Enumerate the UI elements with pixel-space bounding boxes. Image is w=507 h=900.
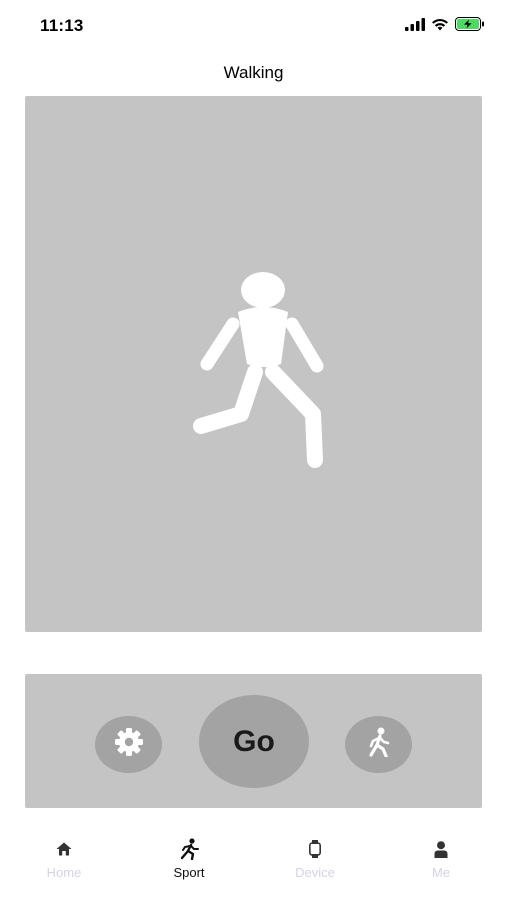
battery-charging-icon (455, 17, 485, 31)
tab-device[interactable]: Device (260, 838, 370, 880)
gear-icon (113, 726, 145, 763)
wifi-icon (431, 18, 449, 31)
control-panel: Go (25, 674, 482, 808)
tab-label-device: Device (295, 865, 335, 880)
settings-button[interactable] (95, 716, 162, 773)
tab-bar: Home Sport Device Me (0, 838, 507, 900)
walking-person-icon (193, 264, 333, 479)
person-icon (434, 838, 448, 860)
running-icon (179, 838, 199, 860)
go-button[interactable]: Go (199, 695, 309, 788)
tab-label-sport: Sport (173, 865, 205, 880)
activity-preview-panel (25, 96, 482, 632)
home-icon (56, 838, 72, 860)
tab-label-home: Home (46, 865, 82, 880)
page-title: Walking (223, 63, 284, 82)
tab-me[interactable]: Me (386, 838, 496, 880)
tab-label-me: Me (431, 865, 451, 880)
tab-home[interactable]: Home (9, 838, 119, 880)
watch-icon (309, 838, 321, 860)
walking-icon (366, 727, 392, 762)
status-bar: 11:13 (0, 0, 507, 52)
status-icons (405, 17, 485, 31)
cellular-signal-icon (405, 17, 425, 31)
activity-mode-button[interactable] (345, 716, 412, 773)
status-time: 11:13 (40, 16, 84, 35)
tab-sport[interactable]: Sport (134, 838, 244, 880)
